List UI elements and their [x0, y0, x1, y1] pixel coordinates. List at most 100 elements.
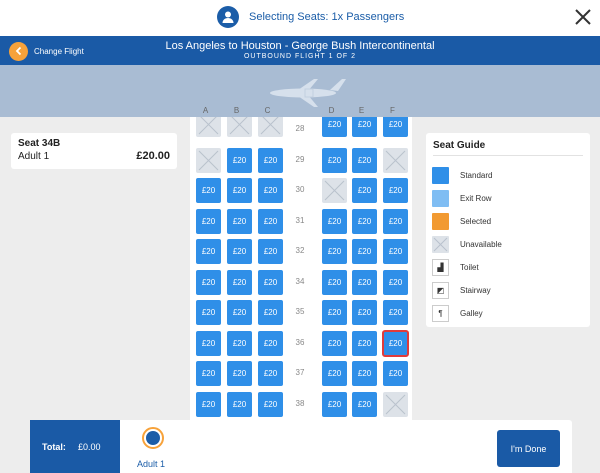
seat-available[interactable]: £20	[258, 361, 283, 386]
seat-column-label: A	[202, 106, 209, 115]
seat-available[interactable]: £20	[196, 178, 221, 203]
row-number: 29	[295, 154, 305, 164]
seat-available[interactable]: £20	[322, 239, 347, 264]
row-number: 38	[295, 398, 305, 408]
done-button[interactable]: I'm Done	[497, 430, 560, 467]
seat-available[interactable]: £20	[227, 178, 252, 203]
selected-seat-number: Seat 34B	[18, 138, 61, 149]
seat-unavailable	[383, 391, 408, 417]
seat-available[interactable]: £20	[383, 117, 408, 137]
seat-guide-title: Seat Guide	[433, 140, 486, 151]
seat-available[interactable]: £20	[352, 239, 377, 264]
row-number: 36	[295, 337, 305, 347]
seat-available[interactable]: £20	[352, 269, 377, 295]
seat-available[interactable]: £20	[352, 300, 377, 325]
seat-available[interactable]: £20	[196, 330, 221, 356]
seat-highlighted[interactable]: £20	[382, 329, 409, 357]
footer-bar: Total: £0.00 Adult 1 I'm Done	[30, 420, 572, 473]
flight-header: Change Flight Los Angeles to Houston - G…	[0, 36, 600, 65]
seat-unavailable	[227, 117, 252, 137]
route-title: Los Angeles to Houston - George Bush Int…	[165, 40, 435, 52]
seat-available[interactable]: £20	[196, 239, 221, 264]
close-icon[interactable]	[572, 6, 594, 28]
selected-seat-card: Seat 34B Adult 1 £20.00	[11, 133, 177, 169]
seat-available[interactable]: £20	[258, 239, 283, 264]
legend-swatch	[432, 190, 449, 207]
seat-available[interactable]: £20	[258, 147, 283, 173]
seat-available[interactable]: £20	[227, 269, 252, 295]
seat-guide-item: ◩ Stairway	[432, 282, 582, 300]
seat-column-label: E	[358, 106, 365, 115]
selected-seat-passenger: Adult 1	[18, 151, 50, 162]
seat-available[interactable]: £20	[352, 391, 377, 417]
page-title: Selecting Seats: 1x Passengers	[249, 11, 405, 23]
seat-available[interactable]: £20	[227, 361, 252, 386]
aircraft-band	[0, 65, 600, 117]
seat-available[interactable]: £20	[383, 239, 408, 264]
seat-available[interactable]: £20	[227, 147, 252, 173]
row-number: 28	[295, 124, 305, 133]
seat-available[interactable]: £20	[352, 147, 377, 173]
seat-available[interactable]: £20	[196, 391, 221, 417]
seat-available[interactable]: £20	[196, 208, 221, 234]
seat-available[interactable]: £20	[383, 300, 408, 325]
seat-available[interactable]: £20	[258, 300, 283, 325]
seat-guide-item: Exit Row	[432, 190, 582, 208]
seat-available[interactable]: £20	[322, 208, 347, 234]
seat-available[interactable]: £20	[258, 391, 283, 417]
seat-available[interactable]: £20	[322, 361, 347, 386]
seat-available[interactable]: £20	[227, 330, 252, 356]
row-number: 32	[295, 246, 305, 255]
seat-available[interactable]: £20	[227, 239, 252, 264]
seat-guide-item: Selected	[432, 213, 582, 231]
seat-available[interactable]: £20	[196, 361, 221, 386]
seat-guide-item: Standard	[432, 167, 582, 185]
seat-available[interactable]: £20	[383, 208, 408, 234]
seat-column-label: C	[264, 106, 271, 115]
seat-available[interactable]: £20	[258, 178, 283, 203]
selected-seat-price: £20.00	[136, 150, 170, 162]
row-number: 34	[295, 276, 305, 286]
seat-available[interactable]: £20	[258, 269, 283, 295]
seat-available[interactable]: £20	[352, 117, 377, 137]
row-number: 31	[295, 215, 305, 225]
toilet-icon: ▟	[432, 259, 449, 276]
seat-guide-label: Unavailable	[460, 240, 502, 249]
seat-unavailable	[322, 178, 347, 203]
seat-column-label: B	[233, 106, 240, 115]
seat-column-label: F	[390, 106, 395, 115]
seat-available[interactable]: £20	[322, 147, 347, 173]
seat-available[interactable]: £20	[322, 117, 347, 137]
user-icon	[146, 431, 160, 445]
seat-available[interactable]: £20	[258, 330, 283, 356]
stairway-icon: ◩	[432, 282, 449, 299]
seat-available[interactable]: £20	[196, 269, 221, 295]
seat-guide-item: Unavailable	[432, 236, 582, 254]
seat-available[interactable]: £20	[352, 361, 377, 386]
seat-available[interactable]: £20	[352, 330, 377, 356]
route-subtitle: OUTBOUND FLIGHT 1 OF 2	[243, 53, 357, 60]
total-panel: Total: £0.00	[30, 420, 120, 473]
seat-available[interactable]: £20	[352, 208, 377, 234]
seat-available[interactable]: £20	[196, 300, 221, 325]
legend-swatch	[432, 236, 449, 253]
seat-available[interactable]: £20	[227, 300, 252, 325]
seat-available[interactable]: £20	[322, 391, 347, 417]
legend-swatch	[432, 167, 449, 184]
passenger-name[interactable]: Adult 1	[137, 459, 165, 469]
seat-available[interactable]: £20	[322, 269, 347, 295]
seat-available[interactable]: £20	[322, 330, 347, 356]
seat-guide: Seat Guide Standard Exit Row Selected Unava…	[426, 133, 590, 327]
seat-guide-label: Standard	[460, 171, 493, 180]
total-label: Total:	[42, 442, 66, 452]
seat-available[interactable]: £20	[227, 208, 252, 234]
passenger-avatar[interactable]	[142, 427, 164, 449]
seat-available[interactable]: £20	[227, 391, 252, 417]
seat-guide-label: Toilet	[460, 263, 479, 272]
seat-available[interactable]: £20	[258, 208, 283, 234]
seat-available[interactable]: £20	[383, 269, 408, 295]
seat-available[interactable]: £20	[383, 361, 408, 386]
seat-available[interactable]: £20	[383, 178, 408, 203]
seat-available[interactable]: £20	[352, 178, 377, 203]
seat-available[interactable]: £20	[322, 300, 347, 325]
